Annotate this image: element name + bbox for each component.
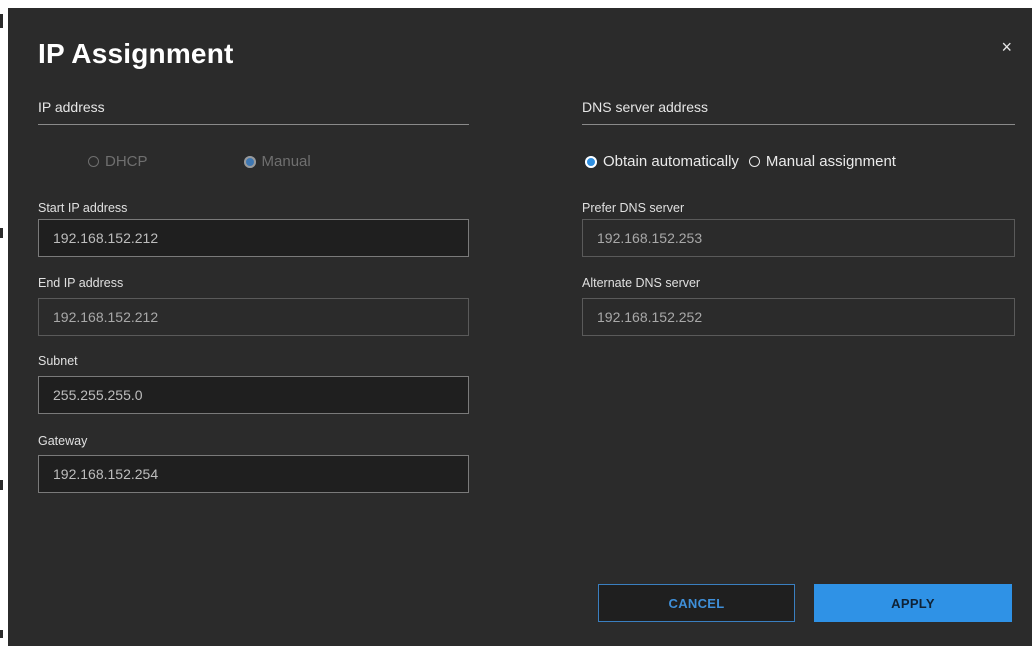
prefer-dns-label: Prefer DNS server bbox=[582, 201, 685, 215]
start-ip-label: Start IP address bbox=[38, 201, 128, 215]
gateway-label: Gateway bbox=[38, 434, 88, 448]
radio-unchecked-icon bbox=[88, 156, 99, 167]
window-edge bbox=[0, 0, 8, 646]
manual-assignment-label: Manual assignment bbox=[765, 153, 896, 170]
ip-address-divider bbox=[38, 124, 469, 125]
dialog-title: IP Assignment bbox=[38, 38, 234, 69]
cancel-button[interactable]: CANCEL bbox=[598, 584, 795, 622]
edge-tick bbox=[0, 480, 3, 490]
radio-unchecked-icon bbox=[748, 156, 760, 167]
dhcp-radio-label: DHCP bbox=[105, 153, 148, 170]
dns-address-heading: DNS server address bbox=[582, 99, 709, 115]
ip-address-heading: IP address bbox=[38, 99, 105, 115]
prefer-dns-input[interactable]: 192.168.152.253 bbox=[582, 219, 1015, 257]
subnet-label: Subnet bbox=[38, 354, 78, 368]
manual-radio[interactable]: Manual bbox=[243, 153, 311, 170]
obtain-automatically-radio[interactable]: Obtain automatically bbox=[585, 153, 739, 170]
ip-assignment-dialog: IP Assignment × IP address DHCP Manual S… bbox=[8, 8, 1032, 646]
ip-mode-group: DHCP Manual bbox=[88, 153, 311, 170]
manual-assignment-radio[interactable]: Manual assignment bbox=[748, 153, 896, 170]
edge-tick bbox=[0, 14, 3, 28]
dns-address-divider bbox=[582, 124, 1015, 125]
edge-tick bbox=[0, 228, 3, 238]
end-ip-label: End IP address bbox=[38, 276, 124, 290]
dhcp-radio[interactable]: DHCP bbox=[88, 153, 148, 170]
radio-checked-icon bbox=[243, 155, 256, 168]
obtain-automatically-label: Obtain automatically bbox=[603, 153, 739, 170]
apply-button[interactable]: APPLY bbox=[814, 584, 1012, 622]
close-icon[interactable]: × bbox=[1001, 38, 1012, 56]
start-ip-input[interactable]: 192.168.152.212 bbox=[38, 219, 469, 257]
alternate-dns-label: Alternate DNS server bbox=[582, 276, 701, 290]
radio-checked-icon bbox=[585, 155, 597, 168]
dns-mode-group: Obtain automatically Manual assignment bbox=[585, 153, 896, 170]
alternate-dns-input[interactable]: 192.168.152.252 bbox=[582, 298, 1015, 336]
gateway-input[interactable]: 192.168.152.254 bbox=[38, 455, 469, 493]
subnet-input[interactable]: 255.255.255.0 bbox=[38, 376, 469, 414]
manual-radio-label: Manual bbox=[261, 153, 311, 170]
end-ip-input[interactable]: 192.168.152.212 bbox=[38, 298, 469, 336]
edge-tick bbox=[0, 630, 3, 638]
